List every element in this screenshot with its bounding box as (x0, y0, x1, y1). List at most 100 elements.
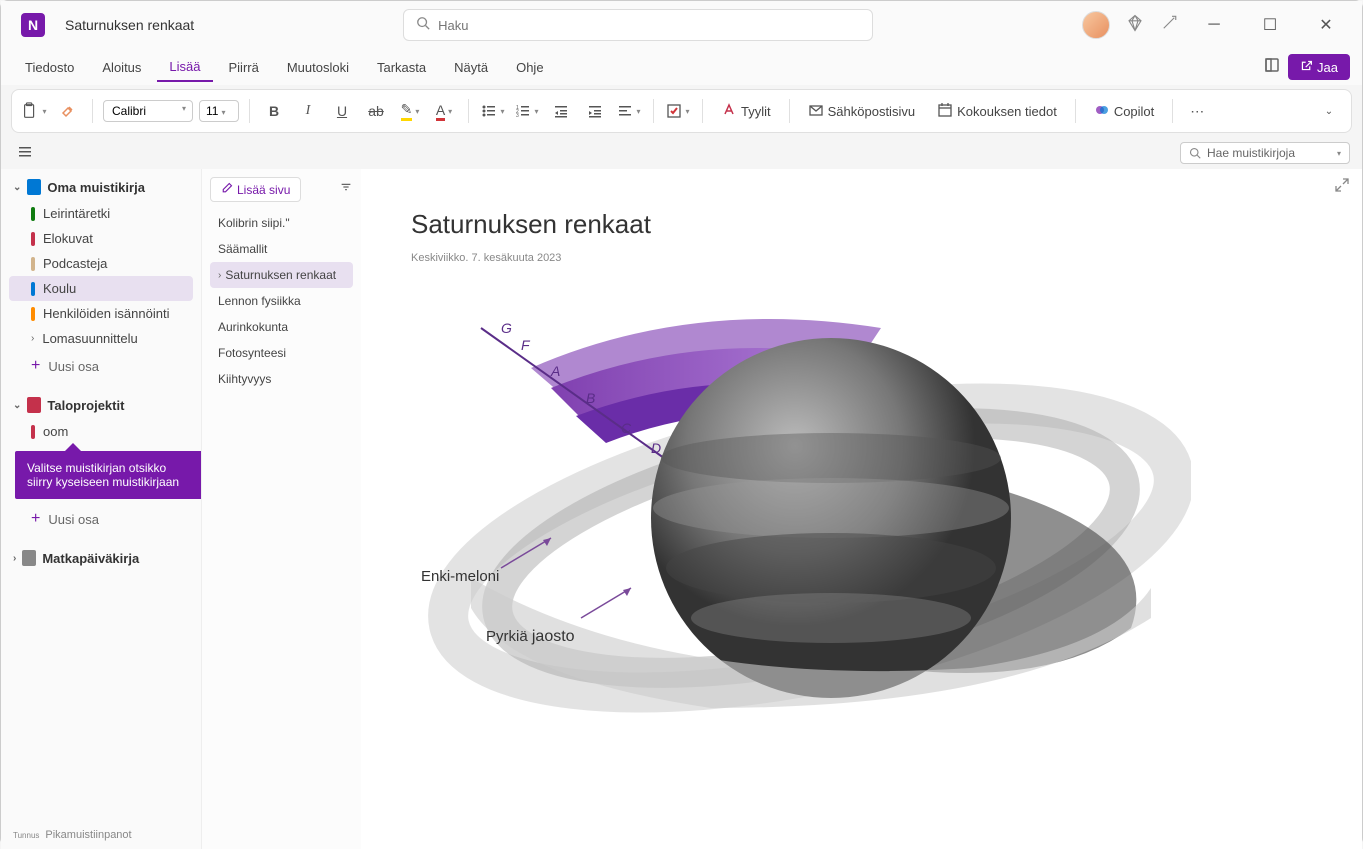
font-select[interactable]: Calibri▾ (103, 100, 193, 122)
page-weather[interactable]: Säämallit (210, 236, 353, 262)
annotation-pyrkia: Pyrkiä jaosto (486, 628, 575, 646)
section-vacation[interactable]: ›Lomasuunnittelu (9, 326, 193, 351)
user-avatar[interactable] (1082, 11, 1110, 39)
tab-help[interactable]: Ohje (504, 54, 555, 81)
format-painter-button[interactable] (54, 97, 82, 125)
search-notebooks[interactable]: Hae muistikirjoja ▾ (1180, 142, 1350, 164)
paste-button[interactable]: ▾ (20, 97, 48, 125)
share-button[interactable]: Jaa (1288, 54, 1350, 80)
tab-file[interactable]: Tiedosto (13, 54, 86, 81)
tooltip-callout: Valitse muistikirjan otsikko siirry kyse… (15, 451, 201, 499)
page-accel[interactable]: Kiihtyvyys (210, 366, 353, 392)
chevron-right-icon: › (13, 553, 16, 564)
section-podcasts[interactable]: Podcasteja (9, 251, 193, 276)
tab-draw[interactable]: Piirrä (217, 54, 271, 81)
strikethrough-button[interactable]: ab (362, 97, 390, 125)
italic-button[interactable]: I (294, 97, 322, 125)
sparkle-icon[interactable] (1160, 14, 1178, 37)
sidebar-footer: Tunnus Pikamuistiinpanot (13, 829, 132, 841)
ring-label-c: C (621, 420, 632, 436)
font-size-select[interactable]: 11▾ (199, 100, 239, 122)
meeting-icon (937, 102, 953, 121)
chevron-down-icon: ⌄ (13, 182, 21, 193)
titlebar: N Saturnuksen renkaat ─ ☐ ✕ (1, 1, 1362, 49)
section-movies[interactable]: Elokuvat (9, 226, 193, 251)
expand-canvas-button[interactable] (1334, 177, 1350, 198)
search-input[interactable] (438, 18, 860, 33)
add-section-1[interactable]: +Uusi osa (9, 351, 193, 381)
section-oom[interactable]: oom (9, 419, 193, 444)
svg-text:3: 3 (516, 113, 519, 119)
notebook-icon (22, 550, 36, 566)
chevron-right-icon: › (31, 333, 34, 344)
tab-home[interactable]: Aloitus (90, 54, 153, 81)
tab-view[interactable]: Näytä (442, 54, 500, 81)
copilot-icon (1094, 102, 1110, 121)
search-icon (416, 16, 430, 35)
font-color-button[interactable]: A▾ (430, 97, 458, 125)
page-flight[interactable]: Lennon fysiikka (210, 288, 353, 314)
app-icon: N (21, 13, 45, 37)
ring-label-d: D (651, 440, 661, 456)
premium-icon[interactable] (1126, 14, 1144, 37)
notebook-header-travel[interactable]: › Matkapäiväkirja (9, 544, 193, 572)
edit-icon (221, 182, 233, 197)
page-canvas[interactable]: Saturnuksen renkaat Keskiviikko. 7. kesä… (361, 169, 1362, 849)
tab-insert[interactable]: Lisää (157, 53, 212, 82)
bold-button[interactable]: B (260, 97, 288, 125)
share-icon (1300, 59, 1313, 75)
main: ⌄ Oma muistikirja Leirintäretki Elokuvat… (1, 169, 1362, 849)
page-date: Keskiviikko. 7. kesäkuuta 2023 (411, 252, 1312, 264)
ring-label-a: A (550, 363, 560, 379)
copilot-button[interactable]: Copilot (1086, 98, 1162, 125)
add-page-button[interactable]: Lisää sivu (210, 177, 301, 202)
minimize-button[interactable]: ─ (1194, 9, 1234, 41)
maximize-button[interactable]: ☐ (1250, 9, 1290, 41)
tab-bar: Tiedosto Aloitus Lisää Piirrä Muutosloki… (1, 49, 1362, 85)
annotation-enki: Enki-meloni (421, 568, 499, 585)
highlight-button[interactable]: ✎▾ (396, 97, 424, 125)
notebook-icon (27, 179, 41, 195)
section-camping[interactable]: Leirintäretki (9, 201, 193, 226)
page-solar[interactable]: Aurinkokunta (210, 314, 353, 340)
bullets-button[interactable]: ▾ (479, 97, 507, 125)
styles-button[interactable]: Tyylit (713, 98, 779, 125)
email-page-button[interactable]: Sähköpostisivu (800, 98, 923, 125)
underline-button[interactable]: U (328, 97, 356, 125)
tab-history[interactable]: Muutosloki (275, 54, 361, 81)
meeting-details-button[interactable]: Kokouksen tiedot (929, 98, 1065, 125)
ribbon-expand-button[interactable]: ⌄ (1315, 97, 1343, 125)
notebook-header-house[interactable]: ⌄ Taloprojektit (9, 391, 193, 419)
subbar: Hae muistikirjoja ▾ (1, 137, 1362, 169)
outdent-button[interactable] (547, 97, 575, 125)
saturn-illustration: G F A B C D Enki-meloni Pyrkiä ja (411, 288, 1191, 748)
tab-review[interactable]: Tarkasta (365, 54, 438, 81)
search-box[interactable] (403, 9, 873, 41)
notebook-header-own[interactable]: ⌄ Oma muistikirja (9, 173, 193, 201)
styles-icon (721, 102, 737, 121)
todo-button[interactable]: ▾ (664, 97, 692, 125)
add-section-2[interactable]: +Uusi osa (9, 504, 193, 534)
email-icon (808, 102, 824, 121)
section-hosting[interactable]: Henkilöiden isännöinti (9, 301, 193, 326)
sort-button[interactable] (339, 180, 353, 199)
page-kolibri[interactable]: Kolibrin siipi." (210, 210, 353, 236)
numbering-button[interactable]: 123▾ (513, 97, 541, 125)
notebook-sidebar: ⌄ Oma muistikirja Leirintäretki Elokuvat… (1, 169, 201, 849)
section-school[interactable]: Koulu (9, 276, 193, 301)
page-title[interactable]: Saturnuksen renkaat (411, 209, 1312, 240)
share-label: Jaa (1317, 60, 1338, 75)
page-saturn[interactable]: ›Saturnuksen renkaat (210, 262, 353, 288)
page-photo[interactable]: Fotosynteesi (210, 340, 353, 366)
document-title: Saturnuksen renkaat (65, 17, 194, 33)
nav-toggle-button[interactable] (13, 139, 37, 168)
align-button[interactable]: ▾ (615, 97, 643, 125)
indent-button[interactable] (581, 97, 609, 125)
more-button[interactable]: ⋯ (1183, 97, 1211, 125)
close-button[interactable]: ✕ (1306, 9, 1346, 41)
notebook-icon (27, 397, 41, 413)
chevron-right-icon: › (218, 270, 221, 281)
feed-icon[interactable] (1264, 57, 1280, 78)
chevron-down-icon: ⌄ (13, 400, 21, 411)
ring-label-b: B (586, 390, 595, 406)
